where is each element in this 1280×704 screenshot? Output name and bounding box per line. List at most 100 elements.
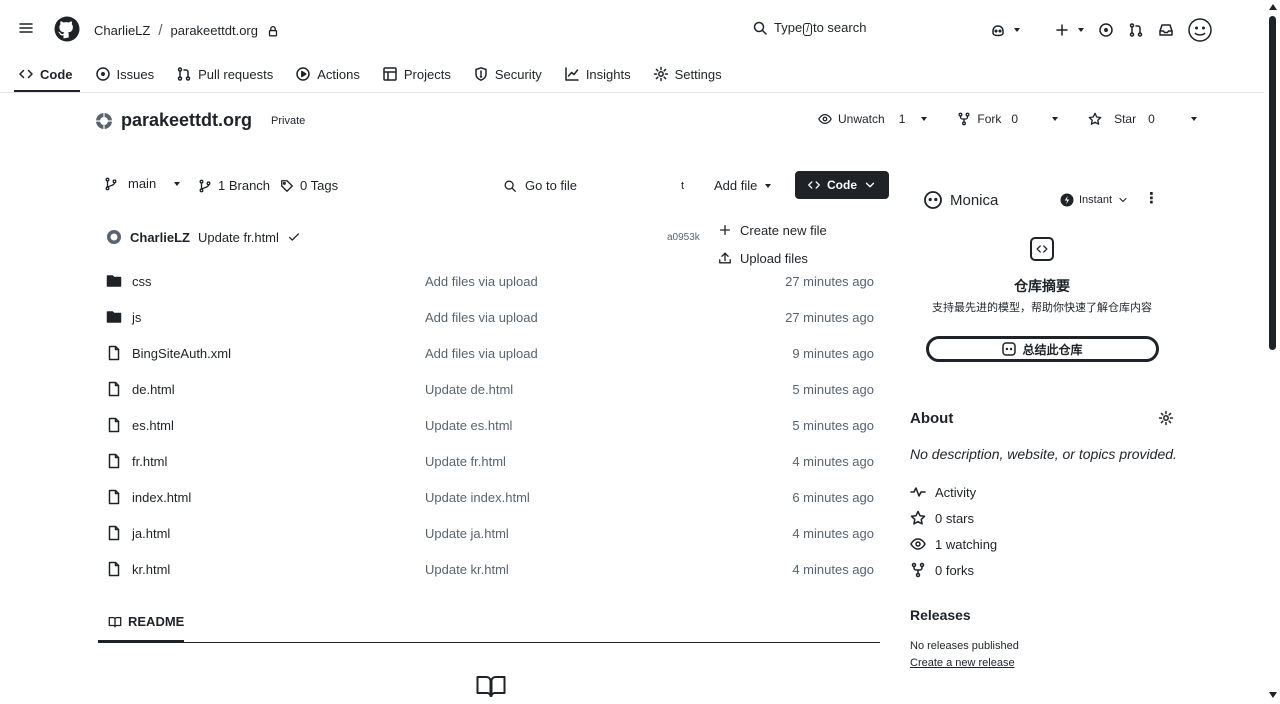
- monica-logo-icon: [924, 191, 942, 209]
- file-name-cell[interactable]: de.html: [106, 381, 425, 397]
- file-name-cell[interactable]: BingSiteAuth.xml: [106, 345, 425, 361]
- file-name[interactable]: js: [132, 310, 141, 325]
- search-shortcut-key: /: [803, 23, 812, 36]
- tab-insights[interactable]: Insights: [564, 64, 631, 84]
- hamburger-menu-button[interactable]: [18, 20, 34, 36]
- pull-requests-icon[interactable]: [1128, 22, 1144, 38]
- tags-link[interactable]: 0 Tags: [300, 178, 338, 193]
- commit-message[interactable]: Update fr.html: [198, 230, 279, 245]
- scrollbar-thumb[interactable]: [1269, 16, 1276, 350]
- file-name[interactable]: BingSiteAuth.xml: [132, 346, 231, 361]
- tab-actions[interactable]: Actions: [295, 64, 360, 84]
- tab-pull-requests[interactable]: Pull requests: [176, 64, 273, 84]
- commit-hash[interactable]: a0953k: [667, 232, 700, 243]
- chevron-down-icon: [865, 182, 875, 188]
- file-name-cell[interactable]: ja.html: [106, 525, 425, 541]
- owner-link[interactable]: CharlieLZ: [94, 23, 150, 38]
- stat-stars[interactable]: 0 stars: [910, 505, 997, 531]
- stat-forks[interactable]: 0 forks: [910, 557, 997, 583]
- fork-button[interactable]: Fork 0: [957, 112, 1059, 126]
- branch-tag-info: 1 Branch 0 Tags: [198, 178, 338, 193]
- file-name[interactable]: css: [132, 274, 152, 289]
- avatar[interactable]: [1188, 18, 1212, 42]
- repo-title[interactable]: parakeettdt.org: [121, 110, 252, 131]
- code-button-label: Code: [827, 178, 857, 192]
- book-icon: [108, 616, 122, 627]
- file-name-cell[interactable]: css: [106, 273, 425, 289]
- file-name[interactable]: de.html: [132, 382, 175, 397]
- file-name-cell[interactable]: kr.html: [106, 561, 425, 577]
- file-name[interactable]: kr.html: [132, 562, 170, 577]
- tab-label: Projects: [403, 66, 451, 82]
- repo-link[interactable]: parakeettdt.org: [171, 23, 258, 38]
- scroll-down-arrow-icon[interactable]: [1269, 692, 1277, 698]
- add-file-button[interactable]: Add file: [714, 178, 772, 193]
- commit-time: 4 minutes ago: [792, 525, 874, 541]
- check-icon: [288, 233, 299, 241]
- create-new-button[interactable]: [1054, 22, 1084, 38]
- commit-message[interactable]: Update index.html: [425, 490, 725, 505]
- tab-settings[interactable]: Settings: [653, 64, 722, 84]
- folder-icon: [106, 311, 122, 323]
- more-options-icon[interactable]: ⋮: [1144, 191, 1159, 206]
- tag-icon: [281, 179, 293, 192]
- commit-time: 27 minutes ago: [785, 273, 874, 289]
- commit-message[interactable]: Update de.html: [425, 382, 725, 397]
- search-prefix: Type / to search: [774, 20, 867, 36]
- chevron-down-icon: [1119, 197, 1127, 203]
- github-logo[interactable]: [54, 16, 80, 42]
- file-name[interactable]: index.html: [132, 490, 191, 505]
- monica-mode-selector[interactable]: Instant: [1060, 193, 1129, 207]
- hamburger-icon: [19, 23, 33, 33]
- file-name-cell[interactable]: index.html: [106, 489, 425, 505]
- file-name[interactable]: fr.html: [132, 454, 167, 469]
- nav-divider: [0, 92, 1264, 93]
- copilot-button[interactable]: [990, 22, 1020, 38]
- global-search-button[interactable]: Type / to search: [752, 20, 866, 36]
- file-list: css Add files via upload 27 minutes ago js A…: [106, 263, 882, 587]
- tab-issues[interactable]: Issues: [95, 64, 154, 84]
- create-release-link[interactable]: Create a new release: [910, 657, 1015, 669]
- readme-tab[interactable]: README: [108, 614, 184, 629]
- commit-author[interactable]: CharlieLZ: [130, 230, 190, 245]
- stat-activity[interactable]: Activity: [910, 479, 997, 505]
- commit-message[interactable]: Add files via upload: [425, 274, 725, 289]
- inbox-icon[interactable]: [1158, 22, 1174, 38]
- commit-message[interactable]: Update kr.html: [425, 562, 725, 577]
- tab-projects[interactable]: Projects: [382, 64, 451, 84]
- tab-security[interactable]: Security: [473, 64, 542, 84]
- branch-selector[interactable]: main: [104, 176, 181, 191]
- file-name[interactable]: es.html: [132, 418, 174, 433]
- releases-heading[interactable]: Releases: [910, 607, 971, 623]
- star-button[interactable]: Star 0: [1088, 112, 1197, 126]
- code-icon: [808, 181, 820, 189]
- code-button[interactable]: Code: [795, 171, 889, 199]
- summarize-repo-button[interactable]: 总结此仓库: [926, 336, 1159, 362]
- commit-message[interactable]: Update ja.html: [425, 526, 725, 541]
- file-icon: [108, 417, 120, 433]
- file-name[interactable]: ja.html: [132, 526, 170, 541]
- commit-message[interactable]: Update es.html: [425, 418, 725, 433]
- issues-icon[interactable]: [1098, 22, 1114, 38]
- file-name-cell[interactable]: js: [106, 309, 425, 325]
- tab-code[interactable]: Code: [18, 64, 73, 84]
- commit-message[interactable]: Add files via upload: [425, 310, 725, 325]
- go-to-file-input[interactable]: Go to file: [503, 178, 577, 193]
- about-heading: About: [910, 410, 954, 427]
- file-name-cell[interactable]: fr.html: [106, 453, 425, 469]
- file-icon: [108, 345, 120, 361]
- tab-label: Actions: [317, 66, 360, 82]
- branches-link[interactable]: 1 Branch: [218, 178, 270, 193]
- stat-watching[interactable]: 1 watching: [910, 531, 997, 557]
- commit-message[interactable]: Add files via upload: [425, 346, 725, 361]
- commit-message[interactable]: Update fr.html: [425, 454, 725, 469]
- about-description: No description, website, or topics provi…: [910, 446, 1177, 462]
- unwatch-button[interactable]: Unwatch 1: [818, 112, 928, 126]
- commit-time: 6 minutes ago: [792, 489, 874, 505]
- about-settings-button[interactable]: [1158, 410, 1174, 426]
- scroll-up-arrow-icon[interactable]: [1269, 4, 1277, 10]
- menu-item-create-new-file[interactable]: Create new file: [712, 216, 882, 244]
- go-to-file-placeholder: Go to file: [525, 178, 578, 193]
- file-name-cell[interactable]: es.html: [106, 417, 425, 433]
- table-icon: [383, 67, 397, 81]
